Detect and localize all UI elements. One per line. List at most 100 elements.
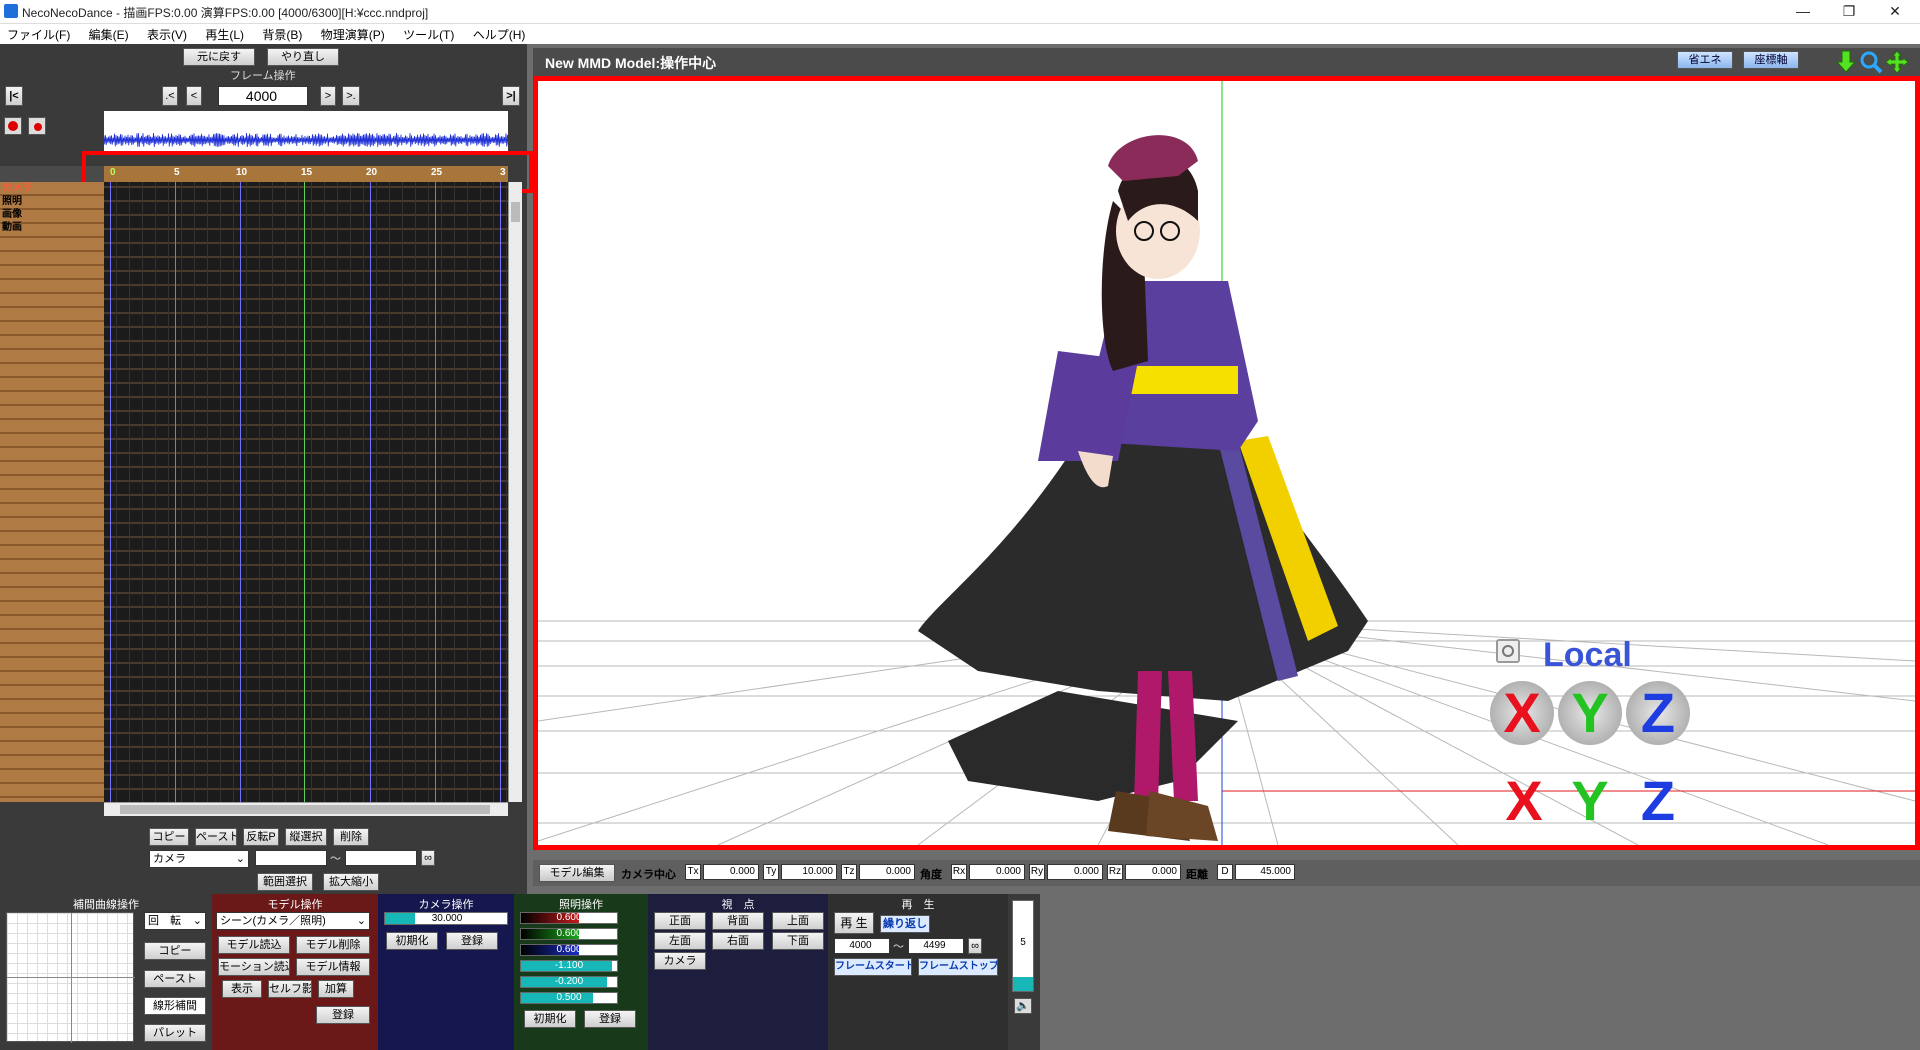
record-stop-icon[interactable] <box>28 117 46 135</box>
rotate-x-handle[interactable]: X <box>1490 681 1554 745</box>
light-slider[interactable]: 0.600 <box>520 944 618 956</box>
play-button[interactable]: 再 生 <box>834 912 874 934</box>
self-shadow-button[interactable]: セルフ影 <box>268 980 312 998</box>
camera-init-button[interactable]: 初期化 <box>386 932 438 950</box>
model-info-button[interactable]: モデル情報 <box>296 958 370 976</box>
speaker-icon[interactable]: 🔈 <box>1014 998 1032 1014</box>
menu-edit[interactable]: 編集(E) <box>82 24 137 43</box>
download-arrow-icon[interactable] <box>1835 50 1857 74</box>
next-key-button[interactable]: >. <box>342 86 360 106</box>
camera-register-button[interactable]: 登録 <box>446 932 498 950</box>
view-camera-button[interactable]: カメラ <box>654 952 706 970</box>
rx-input[interactable]: 0.000 <box>969 864 1025 880</box>
move-x-handle[interactable]: X <box>1494 771 1554 831</box>
play-infinity-button[interactable]: ∞ <box>968 938 982 954</box>
range-infinity-button[interactable]: ∞ <box>421 850 435 866</box>
linear-interp-button[interactable]: 線形補間 <box>144 997 206 1015</box>
prev-key-button[interactable]: .< <box>162 86 178 106</box>
gizmo-move-icon[interactable] <box>1496 639 1520 663</box>
menu-file[interactable]: ファイル(F) <box>0 24 78 43</box>
timeline-horizontal-scrollbar[interactable] <box>104 802 508 816</box>
track-image[interactable]: 画像 <box>2 208 22 221</box>
reverse-paste-button[interactable]: 反転P <box>243 828 279 846</box>
volume-slider[interactable]: 5 <box>1012 900 1034 992</box>
range-start-input[interactable] <box>255 850 327 866</box>
light-slider[interactable]: -1.100 <box>520 960 618 972</box>
frame-stop-button[interactable]: フレームストップ <box>918 958 998 976</box>
curve-target-select[interactable]: 回 転 ⌄ <box>144 912 206 930</box>
scale-button[interactable]: 拡大縮小 <box>323 873 379 891</box>
rotate-y-handle[interactable]: Y <box>1558 681 1622 745</box>
range-select-button[interactable]: 範囲選択 <box>257 873 313 891</box>
repeat-toggle[interactable]: 繰り返し <box>880 915 930 933</box>
undo-button[interactable]: 元に戻す <box>183 48 255 66</box>
light-slider[interactable]: -0.200 <box>520 976 618 988</box>
minimize-button[interactable]: — <box>1780 0 1826 24</box>
light-slider[interactable]: 0.500 <box>520 992 618 1004</box>
load-model-button[interactable]: モデル読込 <box>218 936 290 954</box>
play-from-input[interactable]: 4000 <box>834 938 890 954</box>
rotate-z-handle[interactable]: Z <box>1626 681 1690 745</box>
axis-button[interactable]: 座標軸 <box>1743 51 1799 69</box>
view-front-button[interactable]: 正面 <box>654 912 706 930</box>
light-register-button[interactable]: 登録 <box>584 1010 636 1028</box>
ry-input[interactable]: 0.000 <box>1047 864 1103 880</box>
delete-button[interactable]: 削除 <box>333 828 369 846</box>
light-init-button[interactable]: 初期化 <box>524 1010 576 1028</box>
track-video[interactable]: 動画 <box>2 221 22 234</box>
tx-input[interactable]: 0.000 <box>703 864 759 880</box>
redo-button[interactable]: やり直し <box>267 48 339 66</box>
view-right-button[interactable]: 右面 <box>712 932 764 950</box>
curve-copy-button[interactable]: コピー <box>144 942 206 960</box>
track-camera[interactable]: カメラ <box>2 182 32 195</box>
next-frame-button[interactable]: > <box>320 86 336 106</box>
vertical-select-button[interactable]: 縦選択 <box>285 828 327 846</box>
search-icon[interactable] <box>1859 50 1883 74</box>
target-select[interactable]: カメラ ⌄ <box>149 850 249 868</box>
last-frame-icon[interactable]: >| <box>502 86 520 106</box>
view-left-button[interactable]: 左面 <box>654 932 706 950</box>
frame-start-button[interactable]: フレームスタート <box>834 958 912 976</box>
view-bottom-button[interactable]: 下面 <box>772 932 824 950</box>
add-button[interactable]: 加算 <box>318 980 354 998</box>
model-edit-button[interactable]: モデル編集 <box>539 864 615 882</box>
range-end-input[interactable] <box>345 850 417 866</box>
menu-physics[interactable]: 物理演算(P) <box>314 24 393 43</box>
load-motion-button[interactable]: モーション読込 <box>218 958 290 976</box>
copy-button[interactable]: コピー <box>149 828 189 846</box>
model-select[interactable]: シーン(カメラ／照明) ⌄ <box>216 912 370 930</box>
distance-input[interactable]: 45.000 <box>1235 864 1295 880</box>
curve-paste-button[interactable]: ペースト <box>144 970 206 988</box>
menu-help[interactable]: ヘルプ(H) <box>466 24 534 43</box>
frame-number-input[interactable]: 4000 <box>218 86 308 106</box>
local-mode-label[interactable]: Local <box>1543 636 1632 675</box>
timeline-vertical-scrollbar[interactable] <box>508 182 522 802</box>
tz-input[interactable]: 0.000 <box>859 864 915 880</box>
model-register-button[interactable]: 登録 <box>316 1006 370 1024</box>
fov-slider[interactable]: 30.000 <box>384 912 508 925</box>
scroll-thumb[interactable] <box>511 202 520 222</box>
menu-play[interactable]: 再生(L) <box>198 24 252 43</box>
move-z-handle[interactable]: Z <box>1628 771 1688 831</box>
delete-model-button[interactable]: モデル削除 <box>296 936 370 954</box>
move-y-handle[interactable]: Y <box>1560 771 1620 831</box>
move-icon[interactable] <box>1885 50 1909 74</box>
first-frame-icon[interactable]: |< <box>5 86 23 106</box>
keyframe-grid[interactable] <box>104 182 508 802</box>
ty-input[interactable]: 10.000 <box>781 864 837 880</box>
palette-button[interactable]: パレット <box>144 1024 206 1042</box>
menu-tools[interactable]: ツール(T) <box>396 24 462 43</box>
record-icon[interactable] <box>4 117 22 135</box>
paste-button[interactable]: ペースト <box>195 828 237 846</box>
eco-button[interactable]: 省エネ <box>1677 51 1733 69</box>
view-back-button[interactable]: 背面 <box>712 912 764 930</box>
show-button[interactable]: 表示 <box>222 980 262 998</box>
menu-background[interactable]: 背景(B) <box>255 24 310 43</box>
curve-editor[interactable] <box>6 912 135 1043</box>
scroll-thumb[interactable] <box>120 805 490 814</box>
light-slider[interactable]: 0.600 <box>520 928 618 940</box>
restore-button[interactable]: ❐ <box>1826 0 1872 24</box>
3d-viewport[interactable]: Local X Y Z X Y Z <box>533 76 1920 850</box>
view-top-button[interactable]: 上面 <box>772 912 824 930</box>
play-to-input[interactable]: 4499 <box>908 938 964 954</box>
